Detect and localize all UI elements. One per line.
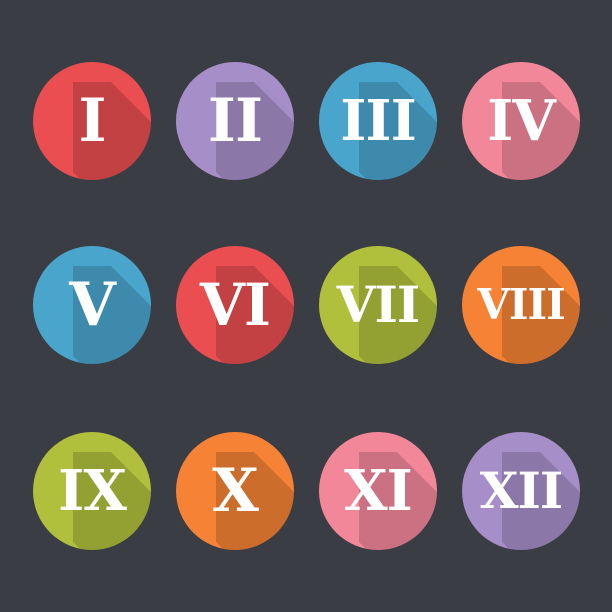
numeral-icon-1: I [33,62,151,180]
numeral-label: VII [336,275,421,334]
numeral-label: XI [344,458,413,524]
numeral-icon-11: XI [319,432,437,550]
numeral-label: I [78,86,106,156]
numeral-icon-5: V [33,246,151,364]
numeral-label: III [340,88,417,154]
numeral-label: II [207,86,263,156]
numeral-icon-3: III [319,62,437,180]
numeral-icon-2: II [176,62,294,180]
numeral-label: VIII [477,280,566,329]
numeral-label: X [212,456,259,526]
numeral-label: VI [199,271,271,339]
numeral-icon-7: VII [319,246,437,364]
numeral-label: IV [487,88,556,154]
numeral-icon-9: IX [33,432,151,550]
numeral-label: V [69,270,116,340]
numeral-icon-12: XII [462,432,580,550]
numeral-icon-4: IV [462,62,580,180]
numeral-icon-8: VIII [462,246,580,364]
numeral-label: IX [58,458,127,524]
numeral-icon-10: X [176,432,294,550]
numeral-label: XII [479,461,564,520]
icon-grid: I II III IV V VI VII VIII IX X XI XII [0,0,612,612]
numeral-icon-6: VI [176,246,294,364]
